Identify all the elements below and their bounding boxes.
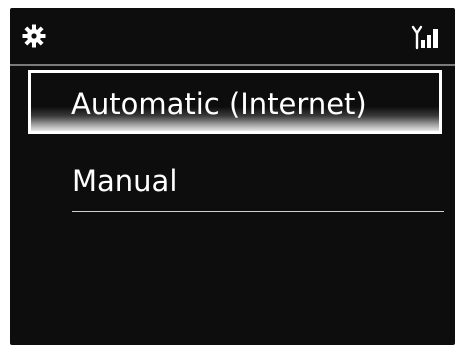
- menu-item-automatic-internet[interactable]: Automatic (Internet): [28, 70, 442, 134]
- menu-item-label: Automatic (Internet): [71, 87, 367, 121]
- menu-item-divider: [72, 211, 444, 212]
- menu-item-manual[interactable]: Manual: [28, 156, 444, 212]
- header-divider: [10, 64, 455, 66]
- menu-item-label: Manual: [72, 164, 178, 198]
- status-bar: [10, 8, 455, 60]
- signal-strength-icon: [411, 24, 441, 50]
- gear-icon[interactable]: [22, 24, 46, 48]
- device-screen: Automatic (Internet) Manual: [10, 8, 455, 345]
